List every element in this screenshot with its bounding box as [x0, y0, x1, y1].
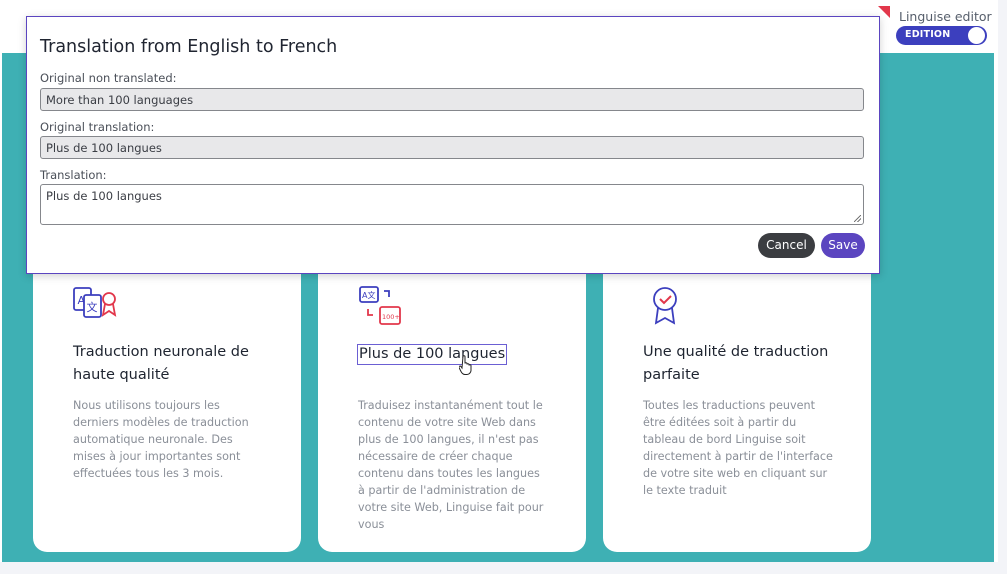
resize-handle-icon[interactable] [854, 215, 861, 222]
feature-card-quality: Une qualité de traduction parfaite Toute… [603, 268, 871, 552]
edition-toggle-label: EDITION [905, 29, 951, 40]
dialog-title: Translation from English to French [40, 37, 338, 57]
edition-toggle[interactable]: EDITION [896, 26, 987, 45]
feature-card-neural: A 文 Traduction neuronale de haute qualit… [33, 268, 301, 552]
toggle-knob [968, 27, 985, 44]
svg-text:100+: 100+ [382, 313, 400, 321]
svg-text:文: 文 [87, 300, 98, 314]
translate-certified-icon: A 文 [73, 287, 117, 318]
hand-cursor-icon [459, 355, 472, 375]
card-title: Une qualité de traduction parfaite [643, 344, 829, 383]
card-description: Nous utilisons toujours les derniers mod… [73, 399, 249, 480]
translation-text: Plus de 100 langues [46, 189, 162, 203]
original-field[interactable]: More than 100 languages [40, 88, 864, 111]
card-title-text[interactable]: Plus de 100 langues [357, 344, 508, 365]
card-description: Toutes les traductions peuvent être édit… [643, 399, 833, 497]
quality-badge-icon [653, 287, 677, 325]
save-button[interactable]: Save [821, 233, 865, 258]
translation-label: Translation: [40, 168, 107, 182]
original-translation-label: Original translation: [40, 120, 155, 134]
feature-card-languages: A文 100+ Plus de 100 langues Traduisez in… [318, 268, 586, 552]
linguise-editor-label: Linguise editor [899, 9, 992, 24]
original-label: Original non translated: [40, 71, 177, 85]
card-title: Traduction neuronale de haute qualité [73, 344, 249, 383]
translation-dialog: Translation from English to French Origi… [26, 16, 880, 274]
translation-textarea[interactable]: Plus de 100 langues [40, 184, 864, 225]
cancel-button[interactable]: Cancel [758, 233, 815, 258]
svg-text:A文: A文 [362, 290, 375, 300]
card-description: Traduisez instantanément tout le contenu… [358, 399, 544, 531]
original-translation-field[interactable]: Plus de 100 langues [40, 136, 864, 159]
card-title-editable[interactable]: Plus de 100 langues [357, 343, 508, 366]
translate-100-icon: A文 100+ [359, 286, 401, 325]
